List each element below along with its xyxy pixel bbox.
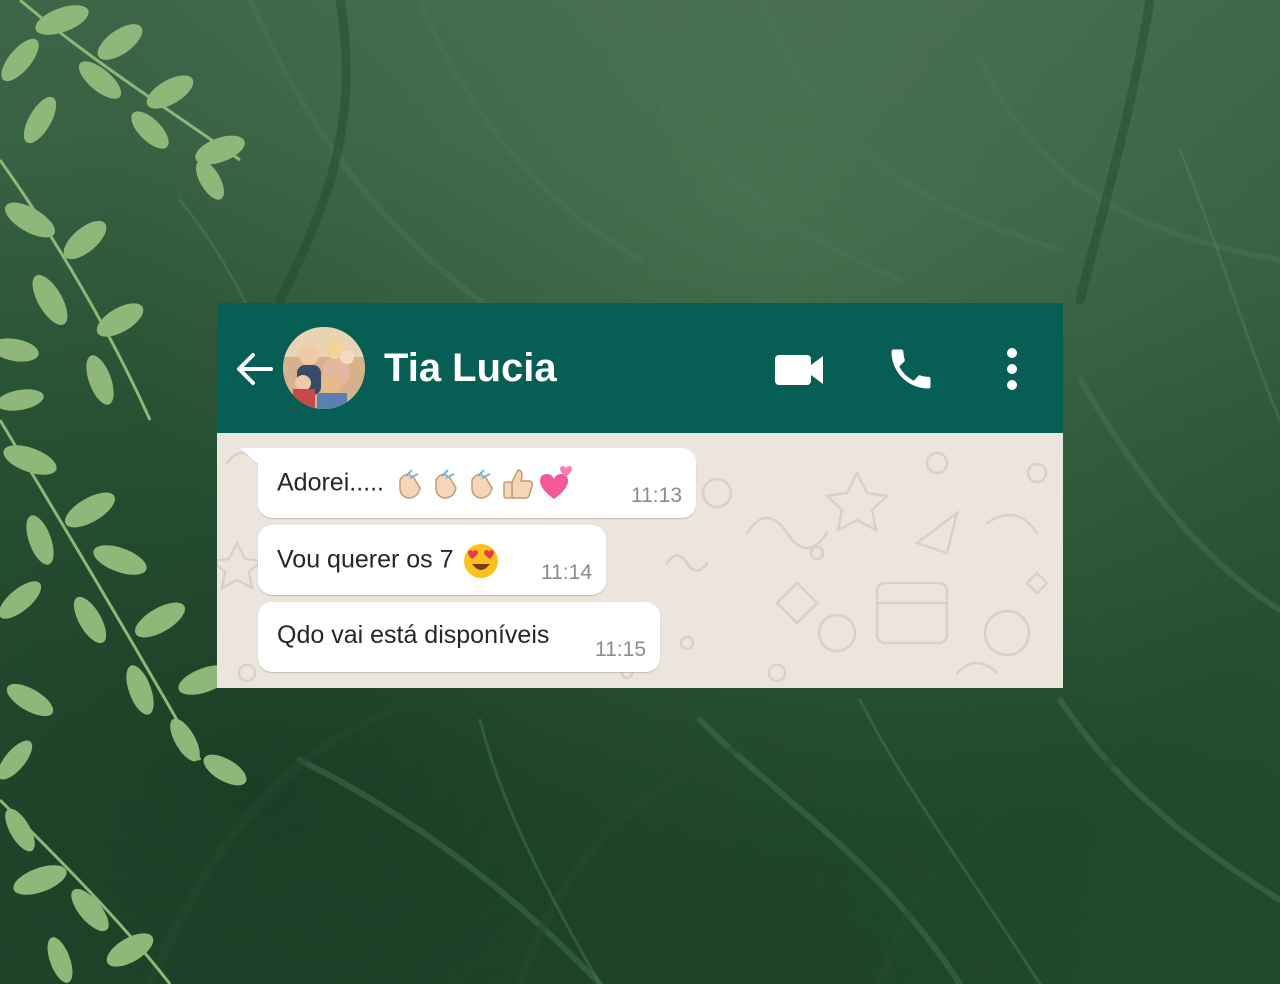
message-bubble[interactable]: Qdo vai está disponíveis 11:15 [258, 602, 660, 672]
message-timestamp: 11:13 [631, 484, 682, 507]
phone-icon [891, 349, 931, 389]
video-call-button[interactable] [773, 343, 827, 395]
message-text: Qdo vai está disponíveis [277, 621, 550, 649]
video-camera-icon [775, 355, 823, 385]
message-bubble[interactable]: Adorei..... 11:13 [240, 448, 696, 518]
contact-name[interactable]: Tia Lucia [384, 343, 557, 393]
emoji-group [392, 465, 574, 503]
clapping-hands-emoji [435, 469, 457, 499]
message-bubble[interactable]: Vou querer os 7 11:14 [258, 525, 606, 595]
message-content: Vou querer os 7 [277, 542, 500, 580]
message-timestamp: 11:14 [541, 561, 592, 584]
message-text: Vou querer os 7 [277, 545, 454, 574]
message-timestamp: 11:15 [595, 638, 646, 661]
thumbs-up-emoji [503, 469, 533, 499]
message-list: Adorei..... 11:13 Vou querer os 7 11:14 … [217, 433, 1063, 688]
back-button[interactable] [233, 347, 277, 391]
two-hearts-emoji [540, 466, 572, 499]
emoji-group [462, 542, 500, 580]
arrow-left-icon [237, 353, 273, 385]
contact-photo [283, 327, 365, 409]
clapping-hands-emoji [399, 469, 421, 499]
message-content: Adorei..... [277, 465, 574, 503]
more-vertical-icon [1007, 348, 1017, 390]
voice-call-button[interactable] [885, 343, 937, 395]
heart-eyes-face-emoji [463, 544, 498, 578]
chat-header: Tia Lucia [217, 303, 1063, 433]
clapping-hands-emoji [471, 469, 493, 499]
avatar[interactable] [283, 327, 365, 409]
bubble-tail [240, 448, 258, 464]
message-text: Adorei..... [277, 468, 384, 497]
more-options-button[interactable] [997, 343, 1027, 395]
whatsapp-chat-screenshot: Tia Lucia Adorei..... 11:13 Vou querer o… [217, 303, 1063, 688]
